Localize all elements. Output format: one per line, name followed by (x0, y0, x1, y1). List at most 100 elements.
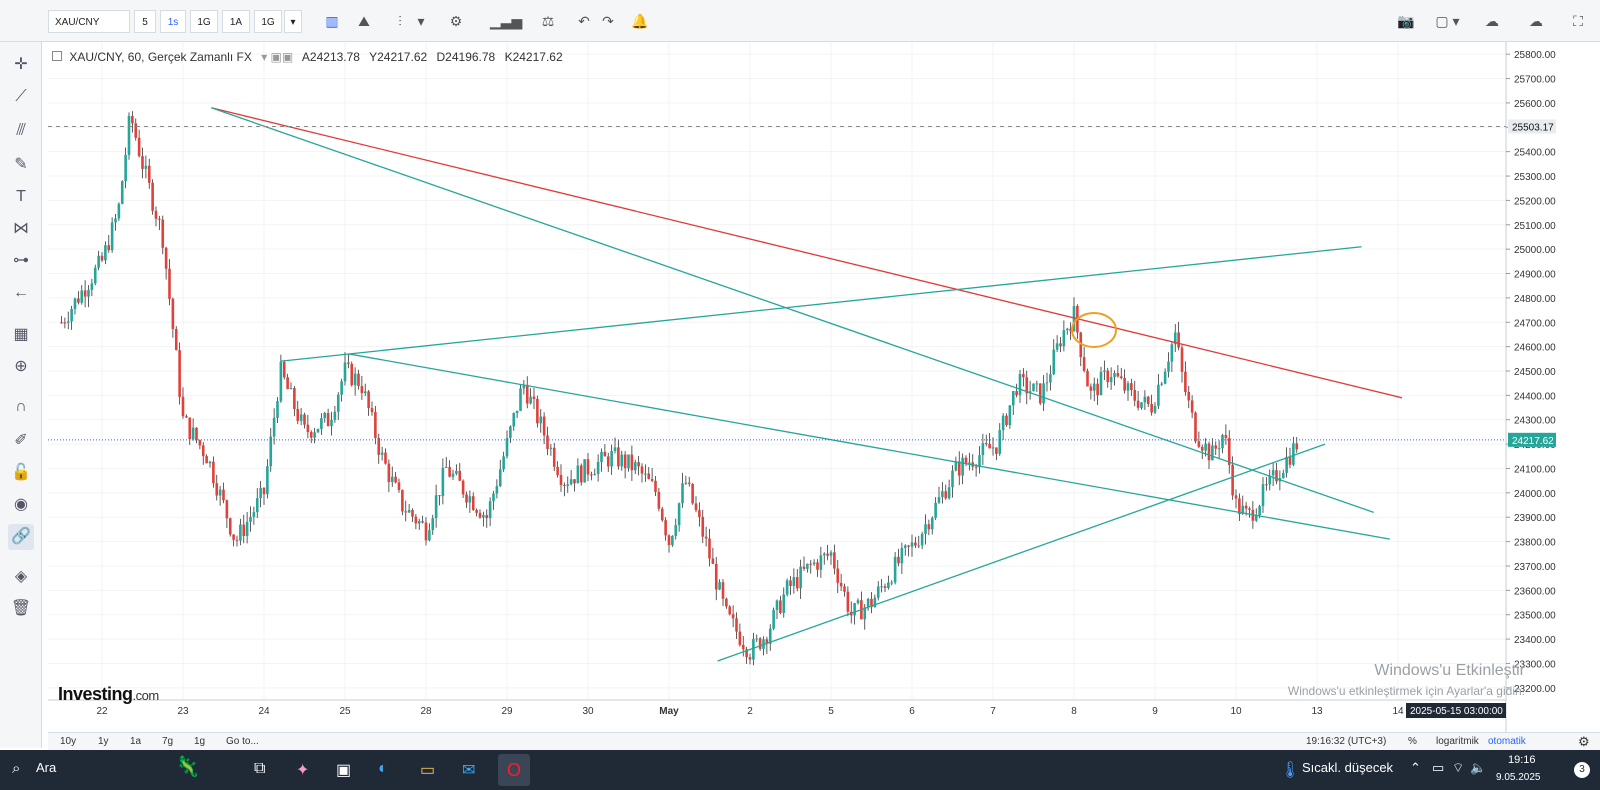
candle-body (559, 475, 563, 486)
candle-body (80, 290, 84, 303)
y-tick-label: 24700.00 (1514, 318, 1556, 329)
range-7g[interactable]: 7g (162, 736, 173, 747)
percent-toggle[interactable]: % (1408, 736, 1417, 747)
candle-body (924, 524, 927, 534)
pencil-lock-icon[interactable]: ✐ (8, 428, 34, 454)
redo-icon[interactable]: ↷ (594, 10, 622, 33)
candle-body (266, 466, 269, 495)
candle-body (529, 396, 532, 404)
text-icon[interactable]: T (8, 184, 34, 210)
magnet-icon[interactable]: ∩ (8, 394, 34, 420)
candles-icon[interactable]: ▥ (318, 10, 346, 33)
fullscreen-icon[interactable]: ⛶ (1564, 10, 1592, 33)
goto-button[interactable]: Go to... (226, 736, 259, 747)
log-toggle[interactable]: logaritmik (1436, 736, 1479, 747)
interval-5[interactable]: 5 (134, 10, 156, 33)
candle-body (900, 547, 904, 564)
chart-settings-icon[interactable]: ⚙ (1578, 734, 1590, 750)
candle-body (465, 494, 468, 503)
candle-body (519, 388, 522, 411)
interval-1g-alt[interactable]: 1G (254, 10, 282, 33)
candle-body (741, 644, 745, 650)
edge-icon[interactable]: ◐ (378, 760, 388, 778)
interval-1g[interactable]: 1G (190, 10, 218, 33)
cloud-download-icon[interactable]: ☁ (1478, 10, 1506, 33)
interval-dropdown[interactable]: ▾ (284, 10, 302, 33)
candle-body (1008, 405, 1012, 426)
forecast-icon[interactable]: ▦ (8, 322, 34, 348)
speaker-icon[interactable]: 🔈 (1470, 760, 1486, 776)
candle-body (1032, 383, 1035, 392)
file-explorer-icon[interactable]: ▭ (420, 760, 435, 780)
candle-body (593, 474, 597, 476)
candle-body (839, 582, 843, 587)
opera-icon[interactable]: O (498, 754, 530, 786)
lock-icon[interactable]: 🔓 (8, 460, 34, 486)
layers-icon[interactable]: ◈ (8, 564, 34, 590)
candle-body (404, 511, 408, 513)
candle-body (380, 452, 384, 455)
range-1g[interactable]: 1g (194, 736, 205, 747)
bar-chart-icon[interactable]: ⫶ (386, 10, 414, 33)
eye-icon[interactable]: ◉ (8, 492, 34, 518)
mail-icon[interactable]: ✉ (462, 760, 475, 780)
gear-icon[interactable]: ⚙ (442, 10, 470, 33)
legend-title[interactable]: XAU/CNY, 60, Gerçek Zamanlı FX (69, 50, 252, 64)
copilot-icon[interactable]: ✦ (296, 760, 309, 780)
brush-icon[interactable]: ✎ (8, 152, 34, 178)
search-icon[interactable]: ⌕ (12, 760, 20, 777)
interval-1s[interactable]: 1s (160, 10, 186, 33)
weather-label[interactable]: Sıcakl. düşecek (1302, 760, 1393, 775)
price-chart[interactable]: 25800.0025700.0025600.0025500.0025400.00… (48, 42, 1600, 732)
cloud-upload-icon[interactable]: ☁ (1522, 10, 1550, 33)
time-tag-label: 2025-05-15 03:00:00 (1410, 706, 1503, 717)
candle-body (154, 210, 158, 219)
pitchfork-icon[interactable]: ⫻ (8, 118, 34, 144)
candle-body (779, 600, 782, 613)
candle-body (444, 466, 448, 468)
store-icon[interactable]: ▣ (336, 760, 351, 780)
trash-icon[interactable]: 🗑 (8, 596, 34, 622)
area-chart-icon[interactable]: ⛰ (350, 10, 378, 33)
alert-icon[interactable]: 🔔 (626, 10, 654, 33)
candle-body (1015, 391, 1018, 396)
candle-body (903, 545, 907, 548)
measure-icon[interactable]: ⊶ (8, 248, 34, 274)
compare-icon[interactable]: ⚖ (534, 10, 562, 33)
y-tick-label: 23600.00 (1514, 586, 1556, 597)
zoom-icon[interactable]: ⊕ (8, 354, 34, 380)
task-view-icon[interactable]: ⧉ (254, 760, 265, 778)
y-tick-label: 24000.00 (1514, 489, 1556, 500)
candle-body (1271, 470, 1275, 476)
layout-dropdown[interactable]: ▾ (1448, 10, 1464, 33)
auto-toggle[interactable]: otomatik (1488, 736, 1526, 747)
x-tick-label: 8 (1071, 706, 1077, 717)
candle-body (492, 493, 495, 502)
link-icon[interactable]: 🔗 (8, 524, 34, 550)
symbol-input[interactable]: XAU/CNY (48, 10, 130, 33)
candle-body (937, 497, 941, 503)
arrow-left-icon[interactable]: ← (8, 280, 34, 306)
range-1a[interactable]: 1a (130, 736, 141, 747)
interval-1a[interactable]: 1A (222, 10, 250, 33)
legend-settings-icon[interactable]: ▾ ▣▣ (261, 50, 293, 64)
candle-body (1295, 443, 1299, 450)
chart-type-dropdown[interactable]: ▾ (412, 10, 430, 33)
candle-body (1092, 383, 1096, 391)
taskbar-search-label[interactable]: Ara (36, 760, 56, 775)
candle-body (326, 412, 330, 427)
taskbar-date[interactable]: 9.05.2025 (1496, 772, 1541, 783)
taskbar-time[interactable]: 19:16 (1508, 754, 1536, 766)
display-icon[interactable]: ▭ (1432, 760, 1444, 776)
range-10y[interactable]: 10y (60, 736, 76, 747)
trendline-icon[interactable]: ⟋ (8, 84, 34, 110)
range-1y[interactable]: 1y (98, 736, 109, 747)
pattern-icon[interactable]: ⋈ (8, 216, 34, 242)
wifi-icon[interactable]: ⌔ (1452, 760, 1464, 776)
chevron-up-icon[interactable]: ⌃ (1410, 760, 1421, 776)
legend-collapse-icon[interactable] (52, 51, 62, 61)
indicators-icon[interactable]: ▁▃▅ (490, 10, 522, 33)
camera-icon[interactable]: 📷 (1392, 10, 1420, 33)
crosshair-icon[interactable]: ✛ (8, 52, 34, 78)
notification-badge[interactable]: 3 (1574, 762, 1590, 778)
